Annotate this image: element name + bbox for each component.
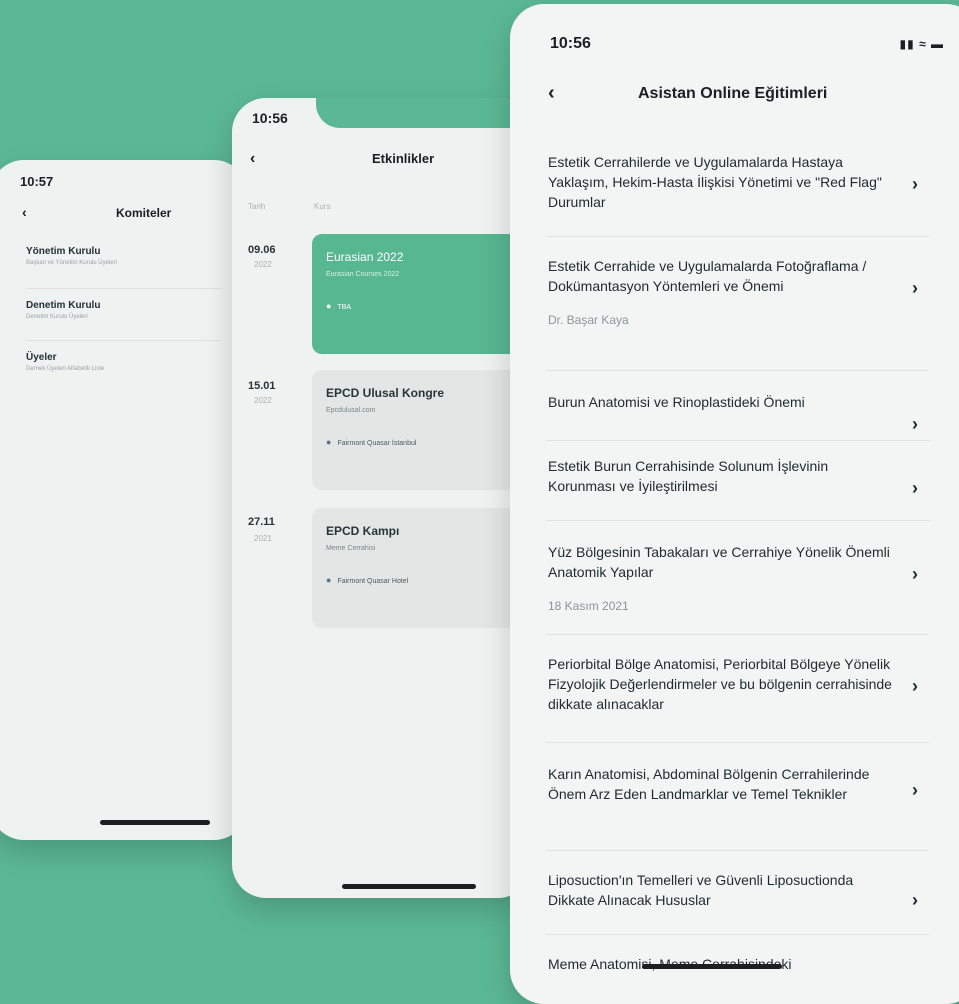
training-title: Yüz Bölgesinin Tabakaları ve Cerrahiye Y…: [548, 544, 890, 580]
event-card[interactable]: EPCD Ulusal Kongre Epcdulusal.com ● Fairm…: [312, 370, 532, 490]
chevron-right-icon[interactable]: ›: [912, 278, 918, 299]
back-chevron-icon[interactable]: ‹: [250, 150, 255, 168]
notch: [316, 98, 532, 128]
event-date: 09.06: [248, 244, 276, 256]
divider: [546, 440, 930, 441]
divider: [546, 236, 930, 237]
divider: [546, 934, 930, 935]
committee-item-members[interactable]: Üyeler Dernek Üyeleri Alfabetik Liste: [26, 352, 222, 372]
online-trainings-screen: 10:56 ▮▮ ≈ ▬ ‹ Asistan Online Eğitimleri…: [510, 4, 959, 1004]
event-subtitle: Meme Cerrahisi: [326, 545, 376, 552]
status-time: 10:56: [550, 35, 591, 52]
status-time: 10:56: [252, 110, 288, 126]
chevron-right-icon[interactable]: ›: [912, 478, 918, 499]
training-item[interactable]: Karın Anatomisi, Abdominal Bölgenin Cerr…: [548, 764, 898, 804]
event-subtitle: Eurasian Courses 2022: [326, 271, 400, 278]
divider: [546, 370, 930, 371]
training-item[interactable]: Burun Anatomisi ve Rinoplastideki Önemi: [548, 392, 898, 412]
committee-desc: Başkan ve Yönetim Kurulu Üyeleri: [26, 260, 117, 266]
event-year: 2022: [254, 260, 272, 269]
home-indicator: [100, 820, 210, 825]
wifi-icon: ≈: [919, 37, 927, 51]
divider: [546, 520, 930, 521]
chevron-right-icon[interactable]: ›: [912, 890, 918, 911]
committee-item-audit[interactable]: Denetim Kurulu Denetim Kurulu Üyeleri: [26, 300, 222, 320]
event-card-active[interactable]: Eurasian 2022 Eurasian Courses 2022 ● TBA: [312, 234, 532, 354]
committee-name: Yönetim Kurulu: [26, 246, 101, 257]
event-year: 2022: [254, 396, 272, 405]
status-icons: ▮▮ ≈ ▬: [900, 37, 945, 51]
event-card[interactable]: EPCD Kampı Meme Cerrahisi ● Fairmont Quas…: [312, 508, 532, 628]
home-indicator: [342, 884, 476, 889]
event-location-text: TBA: [337, 304, 352, 311]
signal-icon: ▮▮: [899, 37, 915, 51]
event-date: 15.01: [248, 380, 276, 392]
event-location: ● Fairmont Quasar İstanbul: [326, 437, 416, 447]
training-title: Estetik Cerrahilerde ve Uygulamalarda Ha…: [548, 154, 882, 210]
column-header-date: Tarih: [248, 202, 266, 211]
chevron-right-icon[interactable]: ›: [912, 174, 918, 195]
divider: [546, 742, 930, 743]
committee-item-board[interactable]: Yönetim Kurulu Başkan ve Yönetim Kurulu …: [26, 246, 222, 266]
training-title: Burun Anatomisi ve Rinoplastideki Önemi: [548, 394, 805, 410]
event-year: 2021: [254, 534, 272, 543]
page-title: Komiteler: [116, 206, 172, 220]
chevron-right-icon[interactable]: ›: [912, 564, 918, 585]
battery-icon: ▬: [931, 37, 944, 51]
chevron-right-icon[interactable]: ›: [912, 780, 918, 801]
chevron-right-icon[interactable]: ›: [912, 414, 918, 435]
committee-name: Denetim Kurulu: [26, 300, 101, 311]
divider: [26, 340, 222, 341]
training-title: Liposuction'ın Temelleri ve Güvenli Lipo…: [548, 872, 854, 908]
event-date: 27.11: [248, 516, 275, 528]
training-title: Karın Anatomisi, Abdominal Bölgenin Cerr…: [548, 766, 870, 802]
event-title: EPCD Kampı: [326, 524, 400, 538]
status-time: 10:57: [20, 174, 54, 189]
column-header-course: Kurs: [314, 202, 331, 211]
training-item[interactable]: Yüz Bölgesinin Tabakaları ve Cerrahiye Y…: [548, 542, 898, 616]
event-location: ● Fairmont Quasar Hotel: [326, 575, 408, 585]
committees-screen: 10:57 ‹ Komiteler Yönetim Kurulu Başkan …: [0, 160, 248, 840]
divider: [546, 634, 930, 635]
location-pin-icon: ●: [326, 437, 332, 447]
location-pin-icon: ●: [326, 575, 332, 585]
training-title: Periorbital Bölge Anatomisi, Periorbital…: [548, 656, 892, 712]
page-title: Asistan Online Eğitimleri: [638, 85, 828, 102]
training-item[interactable]: Periorbital Bölge Anatomisi, Periorbital…: [548, 654, 898, 714]
training-item[interactable]: Estetik Cerrahide ve Uygulamalarda Fotoğ…: [548, 256, 898, 330]
back-chevron-icon[interactable]: ‹: [548, 82, 555, 105]
training-title: Estetik Burun Cerrahisinde Solunum İşlev…: [548, 458, 829, 494]
divider: [26, 288, 222, 289]
committee-desc: Denetim Kurulu Üyeleri: [26, 314, 88, 320]
event-title: Eurasian 2022: [326, 250, 404, 264]
home-indicator: [642, 964, 782, 969]
event-subtitle: Epcdulusal.com: [326, 407, 376, 414]
training-item[interactable]: Liposuction'ın Temelleri ve Güvenli Lipo…: [548, 870, 898, 910]
back-chevron-icon[interactable]: ‹: [22, 204, 27, 220]
divider: [546, 850, 930, 851]
event-location-text: Fairmont Quasar Hotel: [337, 578, 409, 585]
training-item[interactable]: Estetik Burun Cerrahisinde Solunum İşlev…: [548, 456, 898, 496]
page-title: Etkinlikler: [372, 151, 435, 166]
committee-desc: Dernek Üyeleri Alfabetik Liste: [26, 366, 105, 372]
location-pin-icon: ●: [326, 301, 332, 311]
event-title: EPCD Ulusal Kongre: [326, 386, 445, 400]
training-title: Estetik Cerrahide ve Uygulamalarda Fotoğ…: [548, 258, 867, 294]
events-screen: 10:56 ‹ Etkinlikler Tarih Kurs 09.06 202…: [232, 98, 532, 898]
event-location-text: Fairmont Quasar İstanbul: [337, 440, 417, 447]
training-item[interactable]: Estetik Cerrahilerde ve Uygulamalarda Ha…: [548, 152, 898, 212]
chevron-right-icon[interactable]: ›: [912, 676, 918, 697]
training-instructor: Dr. Başar Kaya: [548, 313, 629, 327]
training-date: 18 Kasım 2021: [548, 599, 629, 613]
event-location: ● TBA: [326, 301, 351, 311]
committee-name: Üyeler: [26, 352, 57, 363]
